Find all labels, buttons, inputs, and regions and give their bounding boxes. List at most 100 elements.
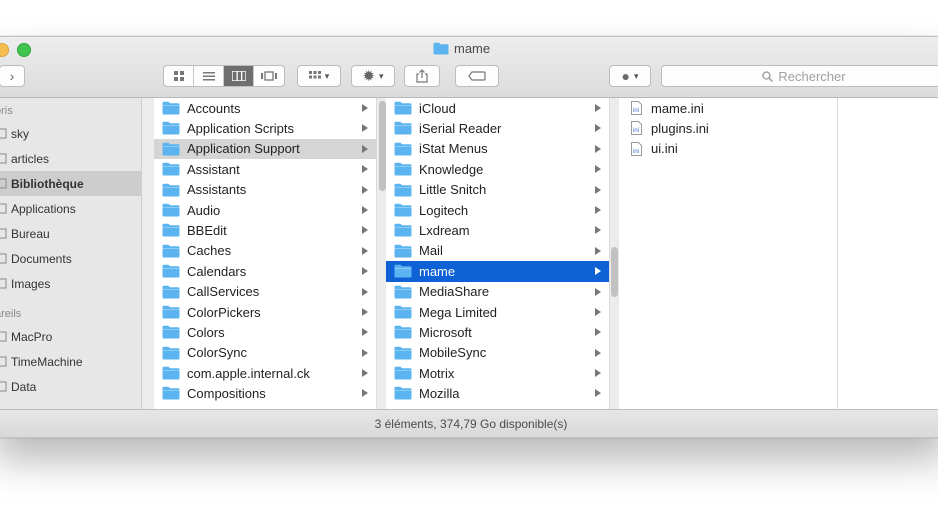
- home-icon: [0, 128, 7, 139]
- app-menu-button[interactable]: ● ▾: [609, 65, 651, 87]
- share-button[interactable]: [404, 65, 440, 87]
- folder-icon: [394, 162, 412, 176]
- gallery-view-button[interactable]: [254, 66, 284, 86]
- disclosure-arrow-icon: [595, 104, 601, 112]
- folder-row[interactable]: Microsoft: [386, 322, 609, 342]
- disclosure-arrow-icon: [595, 226, 601, 235]
- disclosure-arrow-icon: [362, 144, 368, 153]
- folder-row[interactable]: Colors: [154, 322, 376, 342]
- disk-icon: [0, 381, 7, 392]
- sidebar: oris sky articles Bibliothèque Applications…: [0, 98, 142, 409]
- folder-row[interactable]: Logitech: [386, 200, 609, 220]
- group-button[interactable]: ▾: [297, 65, 341, 87]
- column-library-scrollbar[interactable]: [379, 101, 386, 191]
- gallery-icon: [261, 71, 277, 81]
- folder-row[interactable]: Little Snitch: [386, 180, 609, 200]
- folder-row[interactable]: Calendars: [154, 261, 376, 281]
- folder-name: Motrix: [419, 365, 455, 381]
- folder-row[interactable]: Compositions: [154, 383, 376, 403]
- folder-icon: [394, 264, 412, 278]
- sidebar-item-label: Bibliothèque: [11, 176, 84, 191]
- folder-name: Calendars: [187, 263, 247, 279]
- zoom-button[interactable]: [17, 43, 31, 57]
- column-application-support-scrollbar[interactable]: [611, 247, 618, 297]
- folder-name: iStat Menus: [419, 141, 488, 157]
- columns-icon: [231, 71, 246, 81]
- folder-row[interactable]: Assistant: [154, 159, 376, 179]
- file-row[interactable]: ini mame.ini: [619, 98, 837, 118]
- column-mame: ini mame.ini ini plugins.ini ini ui.ini: [619, 98, 838, 409]
- folder-row[interactable]: Mail: [386, 241, 609, 261]
- sidebar-item[interactable]: Applications: [0, 196, 141, 221]
- folder-row[interactable]: Mega Limited: [386, 302, 609, 322]
- sidebar-item[interactable]: Bureau: [0, 221, 141, 246]
- list-icon: [202, 71, 215, 80]
- action-button[interactable]: ✹ ▾: [351, 65, 395, 87]
- folder-row[interactable]: CallServices: [154, 282, 376, 302]
- folder-row[interactable]: Mozilla: [386, 383, 609, 403]
- sidebar-item-label: Applications: [11, 201, 76, 216]
- sidebar-item[interactable]: Documents: [0, 246, 141, 271]
- folder-row[interactable]: ColorSync: [154, 343, 376, 363]
- share-icon: [416, 69, 428, 83]
- sidebar-item[interactable]: Bibliothèque: [0, 171, 141, 196]
- folder-row[interactable]: iSerial Reader: [386, 118, 609, 138]
- folder-name: ColorSync: [187, 345, 247, 361]
- sidebar-item-label: TimeMachine: [11, 354, 83, 369]
- folder-row[interactable]: Motrix: [386, 363, 609, 383]
- folder-icon: [394, 203, 412, 217]
- view-mode-selector[interactable]: [163, 65, 285, 87]
- folder-icon: [394, 142, 412, 156]
- sidebar-item[interactable]: Images: [0, 271, 141, 296]
- sidebar-item[interactable]: MacPro: [0, 324, 141, 349]
- folder-row[interactable]: Application Support: [154, 138, 376, 160]
- status-text: 3 éléments, 374,79 Go disponible(s): [374, 417, 568, 431]
- folder-row[interactable]: Knowledge: [386, 159, 609, 179]
- folder-row[interactable]: com.apple.internal.ck: [154, 363, 376, 383]
- folder-icon: [394, 224, 412, 237]
- folder-row[interactable]: BBEdit: [154, 220, 376, 240]
- sidebar-item[interactable]: Data: [0, 374, 141, 399]
- folder-name: Mozilla: [419, 386, 460, 402]
- column-empty: [838, 98, 938, 409]
- sidebar-favorites-list: sky articles Bibliothèque Applications Burea…: [0, 121, 141, 296]
- disclosure-arrow-icon: [362, 348, 368, 357]
- folder-icon: [162, 264, 180, 278]
- search-field[interactable]: Rechercher: [661, 65, 938, 87]
- folder-row[interactable]: ColorPickers: [154, 302, 376, 322]
- column-view-button[interactable]: [224, 66, 254, 86]
- disclosure-arrow-icon: [595, 389, 601, 398]
- tags-button[interactable]: [455, 65, 499, 87]
- tag-icon: [468, 71, 486, 81]
- folder-row[interactable]: iCloud: [386, 98, 609, 118]
- folder-row[interactable]: Lxdream: [386, 220, 609, 240]
- folder-row[interactable]: Application Scripts: [154, 118, 376, 138]
- folder-row[interactable]: Assistants: [154, 180, 376, 200]
- forward-button[interactable]: ›: [0, 65, 25, 87]
- disclosure-arrow-icon: [595, 267, 601, 276]
- folder-row[interactable]: MobileSync: [386, 343, 609, 363]
- file-name: ui.ini: [651, 141, 678, 157]
- sidebar-item[interactable]: articles: [0, 146, 141, 171]
- column-application-support: iCloud iSerial Reader iStat Menus Knowledge…: [386, 98, 610, 409]
- list-view-button[interactable]: [194, 66, 224, 86]
- status-bar: 3 éléments, 374,79 Go disponible(s): [0, 409, 938, 437]
- folder-row[interactable]: MediaShare: [386, 282, 609, 302]
- folder-name: Application Scripts: [187, 121, 294, 137]
- disclosure-arrow-icon: [595, 287, 601, 296]
- file-row[interactable]: ini plugins.ini: [619, 118, 837, 138]
- folder-row[interactable]: mame: [386, 261, 609, 282]
- minimize-button[interactable]: [0, 43, 9, 57]
- folder-row[interactable]: Audio: [154, 200, 376, 220]
- sidebar-item[interactable]: TimeMachine: [0, 349, 141, 374]
- folder-name: Little Snitch: [419, 182, 487, 198]
- folder-name: MobileSync: [419, 345, 487, 361]
- sidebar-item-label: Bureau: [11, 226, 50, 241]
- sidebar-item[interactable]: sky: [0, 121, 141, 146]
- folder-row[interactable]: Caches: [154, 241, 376, 261]
- file-row[interactable]: ini ui.ini: [619, 139, 837, 159]
- folder-name: com.apple.internal.ck: [187, 365, 310, 381]
- icon-view-button[interactable]: [164, 66, 194, 86]
- folder-row[interactable]: Accounts: [154, 98, 376, 118]
- folder-row[interactable]: iStat Menus: [386, 139, 609, 159]
